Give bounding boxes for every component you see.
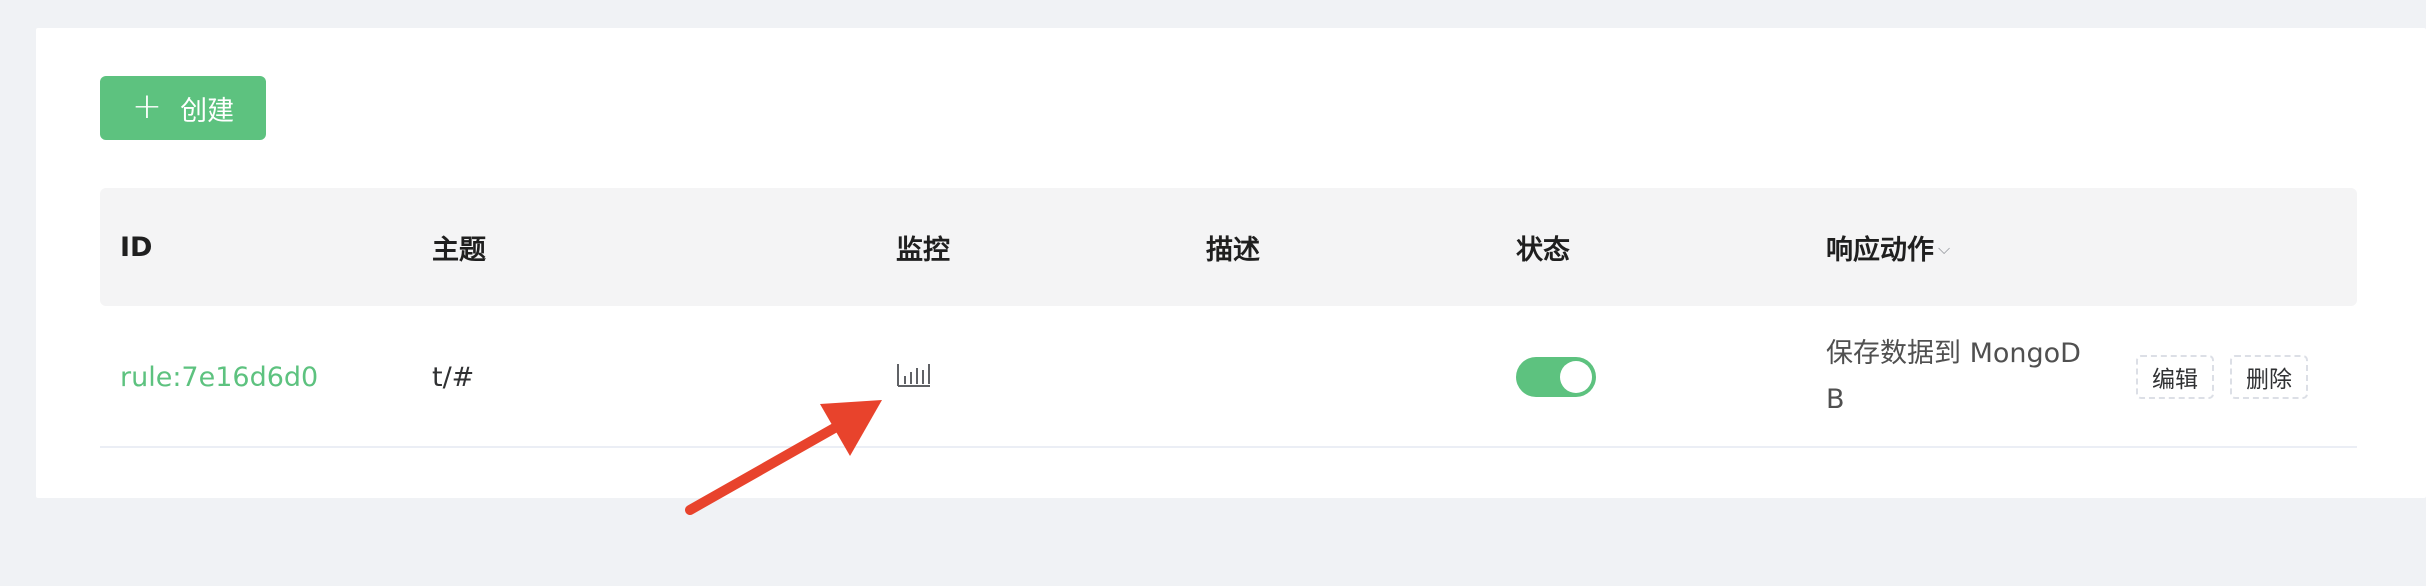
- annotation-arrow: [685, 400, 882, 515]
